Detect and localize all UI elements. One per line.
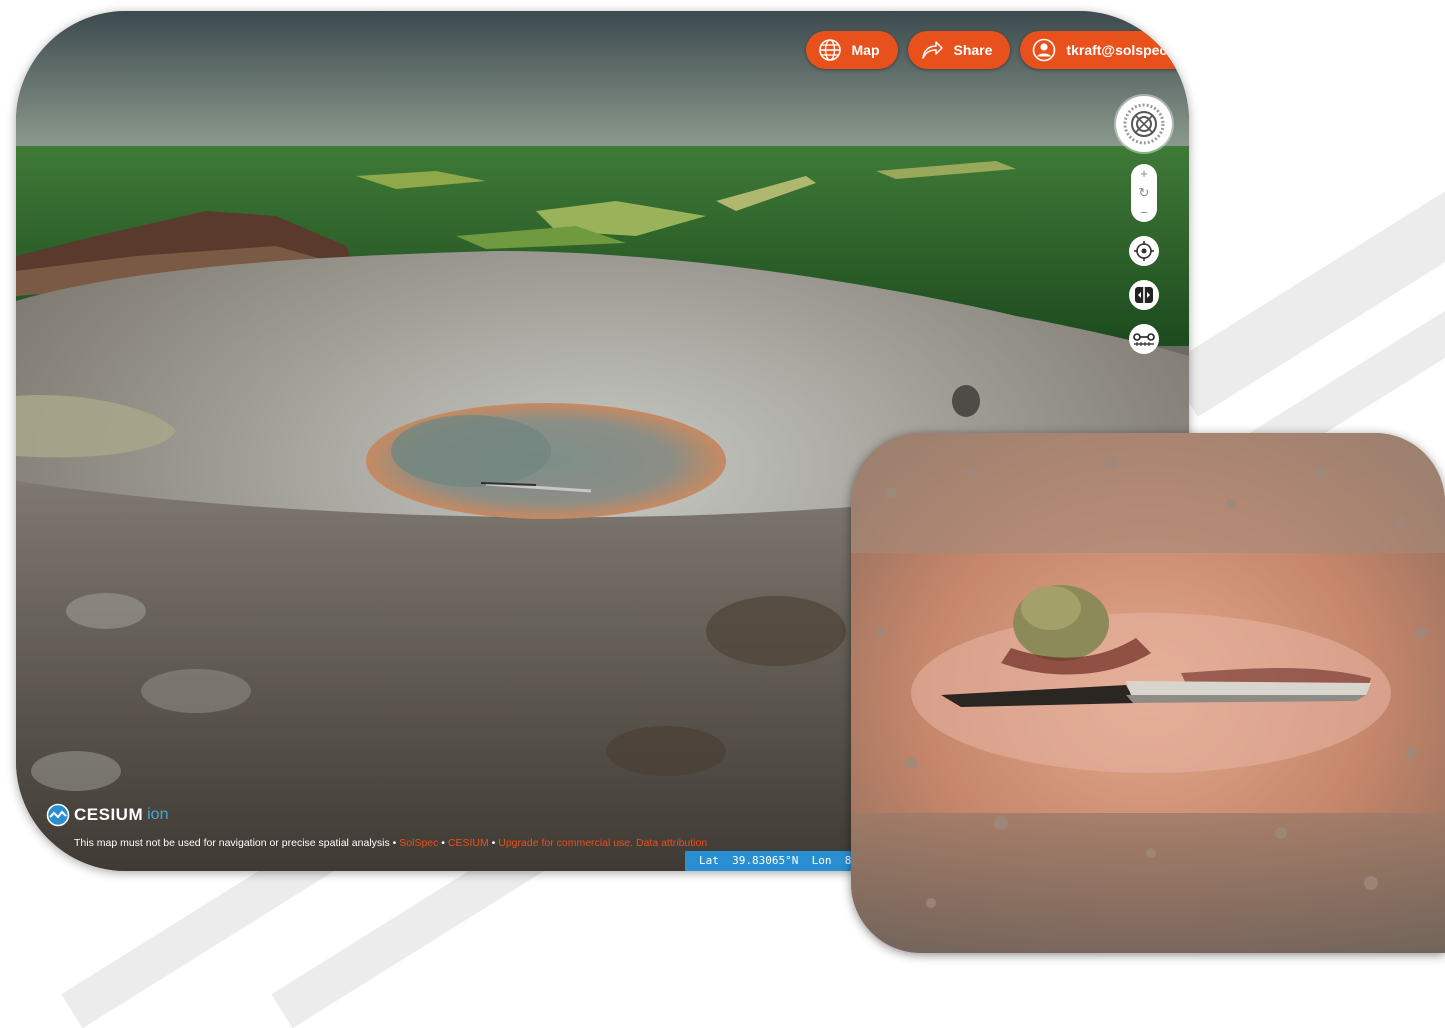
credit-link-cesium[interactable]: CESIUM — [448, 837, 489, 849]
share-button-label: Share — [953, 42, 993, 58]
locate-icon — [1134, 241, 1154, 261]
credit-link-upgrade[interactable]: Upgrade for commercial use. — [498, 837, 633, 849]
split-view-button[interactable] — [1129, 280, 1159, 310]
map-credits: This map must not be used for navigation… — [74, 837, 707, 849]
measure-button[interactable] — [1129, 324, 1159, 354]
share-icon — [921, 41, 943, 59]
reset-view-button[interactable]: ↻ — [1139, 186, 1150, 199]
user-email-label: tkraft@solspec.i — [1066, 42, 1175, 58]
cesium-logo-ion: ion — [147, 806, 169, 823]
zoom-out-button[interactable]: − — [1140, 206, 1148, 219]
cesium-icon — [46, 803, 70, 827]
zoom-in-button[interactable]: + — [1140, 167, 1148, 180]
measure-icon — [1133, 333, 1155, 346]
top-toolbar: Map Share tkraft@solspec.i — [805, 31, 1179, 69]
split-icon — [1135, 287, 1153, 303]
credits-separator: • — [438, 837, 448, 849]
navigation-controls: + ↻ − — [1115, 96, 1173, 354]
coordinate-text: Lat 39.83065°N Lon 8 — [699, 854, 852, 867]
user-menu-button[interactable]: tkraft@solspec.i — [1020, 31, 1179, 69]
cesium-logo-word: CESIUM — [74, 805, 144, 824]
ground-closeup-image — [851, 433, 1445, 953]
credits-separator: • — [488, 837, 499, 849]
globe-icon — [818, 39, 841, 61]
user-icon — [1033, 38, 1056, 62]
credit-link-data-attribution[interactable]: Data attribution — [636, 837, 707, 849]
map-button[interactable]: Map — [805, 31, 898, 69]
inset-photo — [851, 433, 1445, 953]
credits-notice: This map must not be used for navigation… — [74, 837, 390, 849]
map-button-label: Map — [851, 42, 880, 58]
credits-separator: • — [389, 837, 400, 849]
compass-icon — [1123, 103, 1165, 145]
credit-link-solspec[interactable]: SolSpec — [399, 837, 438, 849]
compass-button[interactable] — [1116, 96, 1172, 152]
locate-button[interactable] — [1129, 236, 1159, 266]
share-button[interactable]: Share — [907, 31, 1011, 69]
zoom-control: + ↻ − — [1131, 164, 1157, 222]
cesium-ion-logo[interactable]: CESIUM ion — [46, 803, 168, 827]
